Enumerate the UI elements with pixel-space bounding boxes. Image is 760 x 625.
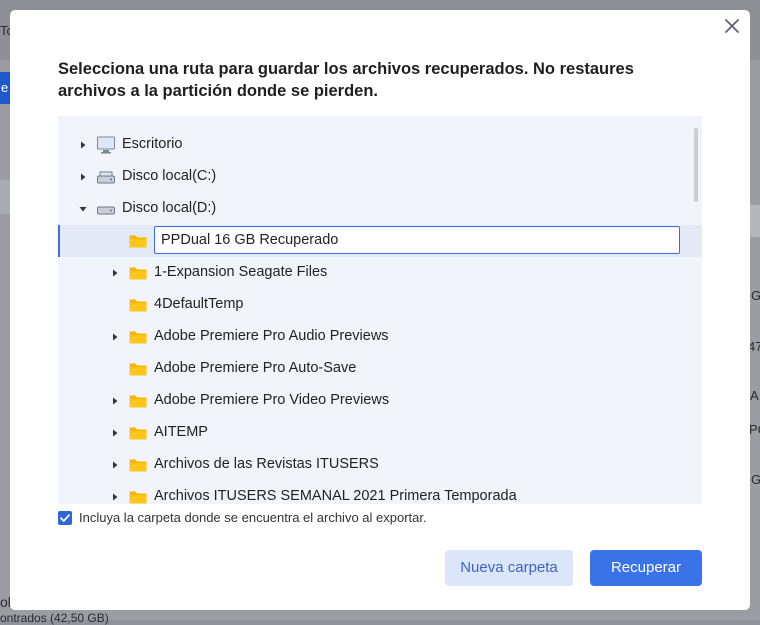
folder-icon: [129, 267, 147, 280]
folder-icon: [129, 395, 147, 408]
tree-item-folder[interactable]: Archivos de las Revistas ITUSERS: [58, 449, 702, 481]
folder-icon: [129, 363, 147, 376]
tree-item-disco-c[interactable]: Disco local(C:): [58, 161, 702, 193]
tree-item-label: Disco local(D:): [122, 200, 217, 216]
close-button[interactable]: [720, 14, 744, 38]
tree-scrollbar[interactable]: [694, 128, 698, 202]
expand-arrow-icon[interactable]: [110, 268, 120, 278]
tree-item-label: 4DefaultTemp: [154, 296, 244, 312]
tree-item-folder[interactable]: Adobe Premiere Pro Video Previews: [58, 385, 702, 417]
new-folder-button[interactable]: Nueva carpeta: [445, 550, 573, 586]
tree-item-folder[interactable]: 1-Expansion Seagate Files: [58, 257, 702, 289]
tree-item-label: 1-Expansion Seagate Files: [154, 264, 328, 280]
background-fragment: PC: [749, 422, 760, 437]
background-fragment: G: [751, 472, 760, 487]
desktop-icon: [97, 136, 115, 154]
tree-item-label: Adobe Premiere Pro Auto-Save: [154, 360, 357, 376]
tree-item-label: Archivos de las Revistas ITUSERS: [154, 456, 379, 472]
folder-icon: [129, 427, 147, 440]
tree-item-disco-d[interactable]: Disco local(D:): [58, 193, 702, 225]
tree-item-escritorio[interactable]: Escritorio: [58, 129, 702, 161]
folder-icon: [129, 299, 147, 312]
folder-name-input[interactable]: [154, 226, 680, 254]
tree-item-folder[interactable]: Adobe Premiere Pro Audio Previews: [58, 321, 702, 353]
save-location-dialog: Selecciona una ruta para guardar los arc…: [10, 10, 750, 610]
tree-item-folder[interactable]: 4DefaultTemp: [58, 289, 702, 321]
tree-item-label: Disco local(C:): [122, 168, 217, 184]
background-fragment: A: [750, 388, 759, 403]
tree-item-label: Escritorio: [122, 136, 183, 152]
include-folder-label: Incluya la carpeta donde se encuentra el…: [79, 510, 427, 525]
tree-item-label: Adobe Premiere Pro Audio Previews: [154, 328, 389, 344]
tree-item-folder[interactable]: Adobe Premiere Pro Auto-Save: [58, 353, 702, 385]
expand-arrow-icon[interactable]: [110, 428, 120, 438]
drive-icon: [97, 171, 115, 184]
folder-icon: [129, 459, 147, 472]
drive-icon: [97, 206, 115, 215]
folder-icon: [129, 235, 147, 248]
background-fragment: G: [751, 288, 760, 303]
dialog-title: Selecciona una ruta para guardar los arc…: [58, 60, 634, 100]
expand-arrow-icon[interactable]: [78, 140, 88, 150]
tree-item-label: AITEMP: [154, 424, 208, 440]
folder-tree[interactable]: Escritorio Disco local(C:) Disco local(D…: [58, 116, 702, 504]
background-status-text: ontrados (42,50 GB): [0, 611, 109, 625]
checkmark-icon: [60, 514, 70, 522]
tree-item-new-folder[interactable]: [58, 225, 702, 257]
tree-item-label: Archivos ITUSERS SEMANAL 2021 Primera Te…: [154, 488, 517, 504]
tree-item-folder[interactable]: AITEMP: [58, 417, 702, 449]
tree-item-label: Adobe Premiere Pro Video Previews: [154, 392, 390, 408]
folder-icon: [129, 491, 147, 504]
expand-arrow-icon[interactable]: [110, 492, 120, 502]
recover-button[interactable]: Recuperar: [590, 550, 702, 586]
tree-item-folder[interactable]: Archivos ITUSERS SEMANAL 2021 Primera Te…: [58, 481, 702, 504]
background-card: [750, 205, 760, 237]
expand-arrow-icon[interactable]: [78, 172, 88, 182]
folder-icon: [129, 331, 147, 344]
close-icon: [725, 19, 739, 33]
expand-arrow-icon[interactable]: [110, 460, 120, 470]
background-sidebar-item: [0, 180, 10, 214]
expand-arrow-icon[interactable]: [110, 396, 120, 406]
collapse-arrow-icon[interactable]: [78, 204, 88, 214]
expand-arrow-icon[interactable]: [110, 332, 120, 342]
include-folder-checkbox[interactable]: [58, 511, 72, 525]
